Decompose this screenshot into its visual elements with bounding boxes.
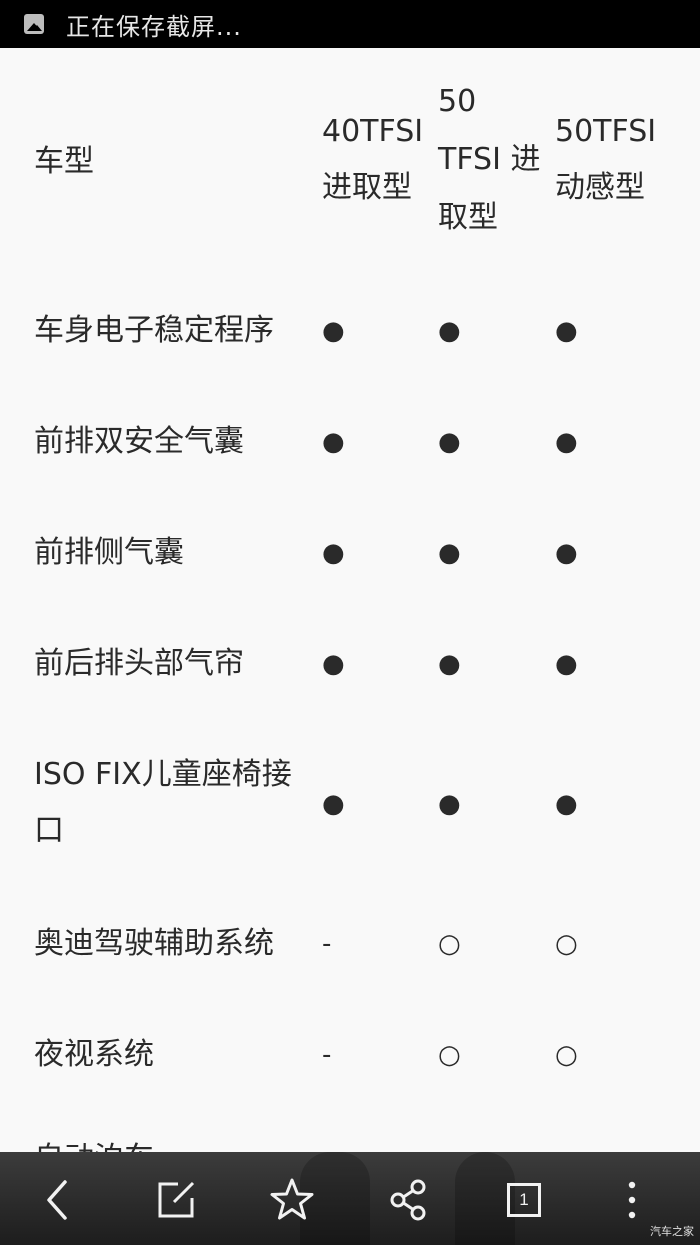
header-col1-line1: 40TFSI xyxy=(322,114,424,149)
edit-icon xyxy=(158,1181,195,1218)
row-value: ● xyxy=(322,649,345,679)
share-button[interactable] xyxy=(382,1174,434,1226)
row-value: ○ xyxy=(555,929,578,959)
tabs-count-icon: 1 xyxy=(507,1183,541,1217)
more-vertical-icon xyxy=(628,1181,636,1219)
row-value: ● xyxy=(438,427,461,457)
status-text: 正在保存截屏... xyxy=(66,12,242,41)
row-value: - xyxy=(322,929,332,959)
row-value: ● xyxy=(322,789,345,819)
row-label: 自动泊车 xyxy=(34,1130,154,1152)
row-label: 前排侧气囊 xyxy=(34,535,184,570)
row-label: ISO FIX儿童座椅接 xyxy=(34,757,292,792)
row-value: - xyxy=(322,1040,332,1070)
row-value: ● xyxy=(438,538,461,568)
row-label: 车身电子稳定程序 xyxy=(34,313,274,348)
menu-button[interactable] xyxy=(606,1174,658,1226)
header-label: 车型 xyxy=(34,144,94,179)
favorite-button[interactable] xyxy=(266,1174,318,1226)
row-value: ● xyxy=(555,427,578,457)
row-label: 夜视系统 xyxy=(34,1037,154,1072)
status-bar: 正在保存截屏... xyxy=(0,0,700,48)
star-icon xyxy=(270,1178,314,1220)
row-value: ● xyxy=(555,538,578,568)
header-col1-line2: 进取型 xyxy=(322,170,412,205)
row-value: ○ xyxy=(438,1040,461,1070)
edit-button[interactable] xyxy=(150,1174,202,1226)
row-value: ● xyxy=(438,649,461,679)
tabs-count: 1 xyxy=(519,1190,529,1209)
header-col3-line2: 动感型 xyxy=(555,170,645,205)
row-value: ○ xyxy=(438,929,461,959)
row-value: ● xyxy=(322,538,345,568)
image-icon xyxy=(24,14,44,34)
row-value: ● xyxy=(438,316,461,346)
row-value: ● xyxy=(555,316,578,346)
header-col3-line1: 50TFSI xyxy=(555,114,657,149)
row-label: 前排双安全气囊 xyxy=(34,424,244,459)
row-value: ● xyxy=(322,427,345,457)
watermark: 汽车之家 xyxy=(650,1225,694,1238)
row-label: 前后排头部气帘 xyxy=(34,646,244,681)
header-col2-line1: 50 xyxy=(438,84,477,119)
header-col2-line2: TFSI 进 xyxy=(438,142,541,177)
row-value: ● xyxy=(555,789,578,819)
share-icon xyxy=(390,1179,426,1221)
row-value: ● xyxy=(438,789,461,819)
row-label: 奥迪驾驶辅助系统 xyxy=(34,926,274,961)
spec-table: 车型 40TFSI 进取型 50 TFSI 进 取型 50TFSI 动感型 车身… xyxy=(0,48,700,1152)
tabs-button[interactable]: 1 xyxy=(498,1174,550,1226)
row-label-continued: 口 xyxy=(34,813,64,848)
row-value: ● xyxy=(322,316,345,346)
browser-toolbar: 1 汽车之家 xyxy=(0,1152,700,1245)
back-button[interactable] xyxy=(32,1174,84,1226)
row-value: ● xyxy=(555,649,578,679)
chevron-left-icon xyxy=(47,1180,67,1220)
header-col2-line3: 取型 xyxy=(438,200,498,235)
row-value: ○ xyxy=(555,1040,578,1070)
